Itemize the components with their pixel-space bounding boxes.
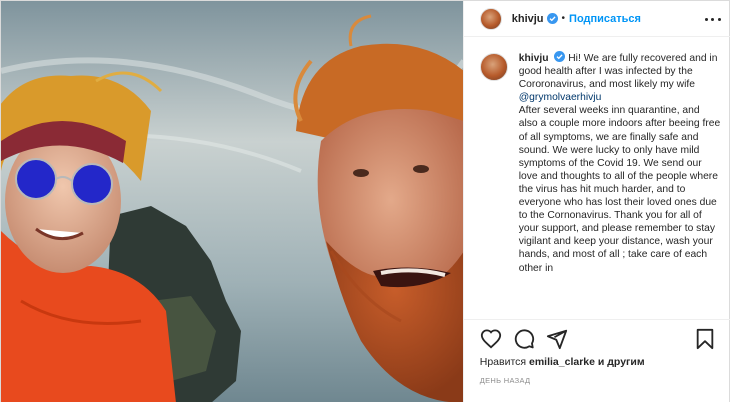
likes-others-link[interactable]: и другим xyxy=(598,356,645,368)
post-actions-section: Нравится emilia_clarke и другим День наз… xyxy=(463,319,730,402)
author-avatar[interactable] xyxy=(479,7,502,30)
post-side-panel: khivju • Подписаться khivju Hi! We are f… xyxy=(462,1,730,402)
share-icon[interactable] xyxy=(546,328,568,350)
likes-prefix: Нравится xyxy=(479,356,527,368)
more-options-icon[interactable] xyxy=(704,11,721,27)
verified-badge-icon xyxy=(546,13,558,24)
comments-section: khivju Hi! We are fully recovered and in… xyxy=(464,37,730,319)
post-caption: khivju Hi! We are fully recovered and in… xyxy=(519,51,721,319)
caption-text-part2: After several weeks inn quarantine, and … xyxy=(518,105,721,274)
post-photo[interactable] xyxy=(1,1,463,402)
author-username[interactable]: khivju xyxy=(512,13,544,25)
likes-summary: Нравится emilia_clarke и другим xyxy=(480,356,645,368)
header-separator: • xyxy=(561,13,566,24)
caption-username[interactable]: khivju xyxy=(519,53,549,64)
comment-icon[interactable] xyxy=(513,328,535,350)
post-header: khivju • Подписаться xyxy=(463,1,730,37)
verified-badge-icon xyxy=(554,51,566,62)
action-bar xyxy=(480,328,720,352)
caption-mention-link[interactable]: @grymolvaerhivju xyxy=(519,92,602,103)
likes-user-link[interactable]: emilia_clarke xyxy=(529,356,595,368)
post-timestamp[interactable]: День назад xyxy=(480,376,531,385)
caption-text-part1: Hi! We are fully recovered and in good h… xyxy=(518,53,718,91)
caption-author-avatar[interactable] xyxy=(479,53,508,81)
instagram-post: khivju • Подписаться khivju Hi! We are f… xyxy=(0,0,730,402)
bookmark-icon[interactable] xyxy=(694,328,716,350)
selfie-photo-illustration xyxy=(1,1,463,402)
heart-icon[interactable] xyxy=(480,328,502,350)
follow-button[interactable]: Подписаться xyxy=(569,13,641,25)
